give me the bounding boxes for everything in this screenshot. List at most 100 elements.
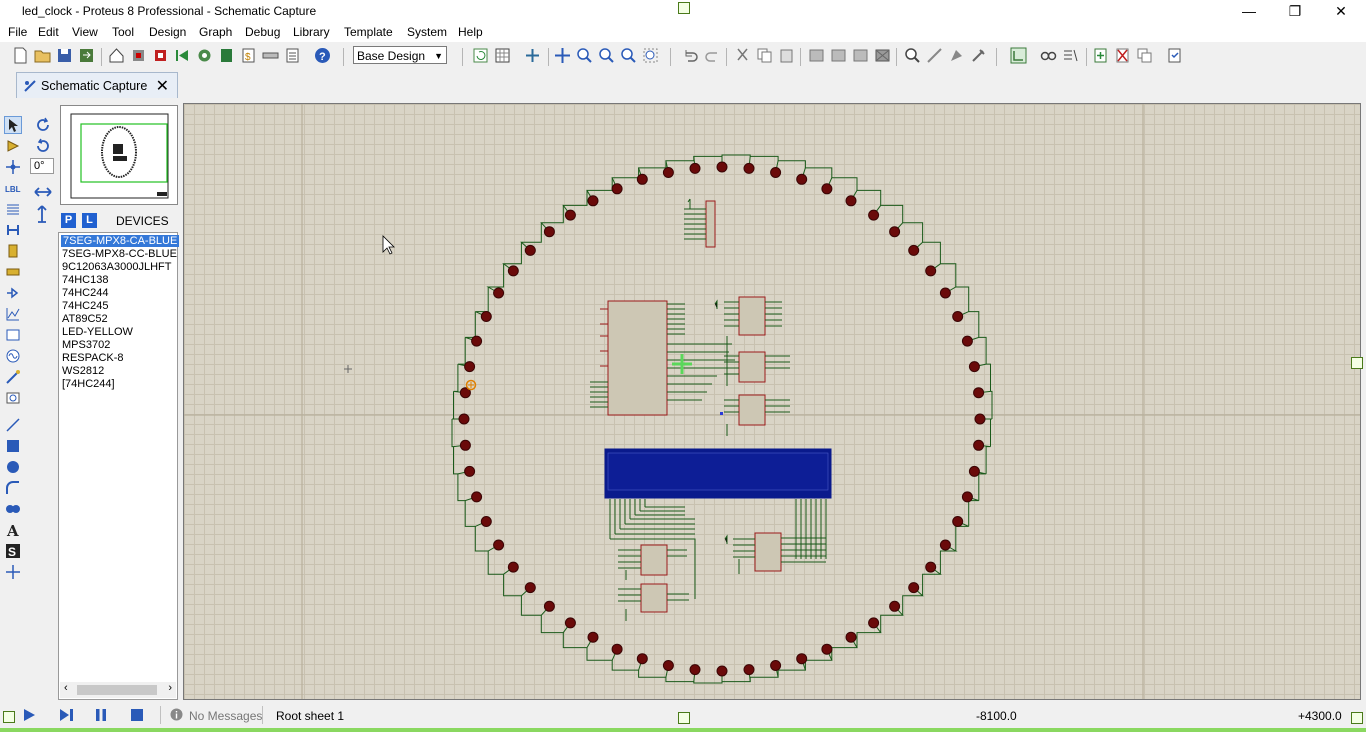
led-component[interactable] xyxy=(662,660,674,671)
home-icon[interactable] xyxy=(108,47,125,64)
led-component[interactable] xyxy=(480,311,492,322)
exit-to-parent-icon[interactable] xyxy=(1136,47,1153,64)
led-component[interactable] xyxy=(471,491,483,503)
schematic-canvas[interactable] xyxy=(183,103,1361,700)
library-manager-button[interactable]: L xyxy=(82,213,97,228)
menu-view[interactable]: View xyxy=(72,25,98,39)
led-component[interactable] xyxy=(587,631,599,643)
cut-icon[interactable] xyxy=(734,47,751,64)
message-count[interactable]: No Messages xyxy=(189,709,262,723)
search-tag-icon[interactable] xyxy=(1040,47,1057,64)
property-tool-icon[interactable] xyxy=(1062,47,1079,64)
pcb-layout-icon[interactable] xyxy=(152,47,169,64)
led-component[interactable] xyxy=(689,664,701,676)
led-component[interactable] xyxy=(925,561,937,573)
zoom-all-icon[interactable] xyxy=(620,47,637,64)
help-icon[interactable]: ? xyxy=(314,47,331,64)
play-icon[interactable] xyxy=(22,708,36,722)
menu-system[interactable]: System xyxy=(407,25,447,39)
paste-icon[interactable] xyxy=(778,47,795,64)
device-item[interactable]: 74HC138 xyxy=(62,274,108,286)
mirror-horizontal-icon[interactable] xyxy=(34,185,52,199)
led-component[interactable] xyxy=(611,643,623,655)
notes-icon[interactable] xyxy=(284,47,301,64)
led-component[interactable] xyxy=(636,653,648,665)
bom-icon[interactable] xyxy=(218,47,235,64)
status-marker[interactable] xyxy=(678,712,690,724)
import-icon[interactable] xyxy=(78,47,95,64)
led-component[interactable] xyxy=(464,465,476,477)
gear-icon[interactable] xyxy=(196,47,213,64)
menu-design[interactable]: Design xyxy=(149,25,186,39)
led-component[interactable] xyxy=(524,244,536,256)
device-item[interactable]: WS2812 xyxy=(62,365,104,377)
rotate-clockwise-icon[interactable] xyxy=(35,117,51,133)
stop-icon[interactable] xyxy=(130,708,144,722)
remove-sheet-icon[interactable] xyxy=(1114,47,1131,64)
block-rotate-icon[interactable] xyxy=(852,47,869,64)
led-component[interactable] xyxy=(662,167,674,178)
packaging-icon[interactable] xyxy=(948,47,965,64)
pick-devices-button[interactable]: P xyxy=(61,213,76,228)
mirror-vertical-icon[interactable] xyxy=(35,205,49,223)
zoom-area-icon[interactable] xyxy=(642,47,659,64)
led-component[interactable] xyxy=(961,491,973,503)
led-component[interactable] xyxy=(925,265,937,277)
new-file-icon[interactable] xyxy=(12,47,29,64)
scroll-right-icon[interactable]: › xyxy=(168,682,172,694)
device-item[interactable]: MPS3702 xyxy=(62,339,110,351)
block-move-icon[interactable] xyxy=(830,47,847,64)
tape-recorder-icon[interactable] xyxy=(5,327,21,343)
menu-template[interactable]: Template xyxy=(344,25,393,39)
led-component[interactable] xyxy=(889,226,901,238)
led-component[interactable] xyxy=(493,287,505,299)
decompose-icon[interactable] xyxy=(970,47,987,64)
led-component[interactable] xyxy=(868,617,880,629)
pick-device-icon[interactable] xyxy=(904,47,921,64)
led-component[interactable] xyxy=(543,600,555,612)
symbol-icon[interactable]: S xyxy=(5,543,21,559)
status-resize-handle[interactable] xyxy=(3,711,15,723)
led-component[interactable] xyxy=(716,665,728,677)
canvas-resize-handle[interactable] xyxy=(1351,357,1363,369)
led-component[interactable] xyxy=(564,617,576,629)
minimize-button[interactable]: — xyxy=(1226,0,1272,22)
new-sheet-icon[interactable] xyxy=(1092,47,1109,64)
origin-icon[interactable] xyxy=(524,47,541,64)
refresh-icon[interactable] xyxy=(472,47,489,64)
led-component[interactable] xyxy=(845,195,857,207)
subcircuit-icon[interactable] xyxy=(5,243,21,259)
led-component[interactable] xyxy=(459,439,471,451)
led-component[interactable] xyxy=(796,653,808,665)
led-component[interactable] xyxy=(952,311,964,322)
status-marker-right[interactable] xyxy=(1351,712,1363,724)
device-list[interactable]: 7SEG-MPX8-CA-BLUE 7SEG-MPX8-CC-BLUE 9C12… xyxy=(58,232,180,700)
led-component[interactable] xyxy=(821,183,833,195)
restore-button[interactable]: ❐ xyxy=(1272,0,1318,22)
copy-icon[interactable] xyxy=(756,47,773,64)
circle-icon[interactable] xyxy=(5,459,21,475)
device-item[interactable]: LED-YELLOW xyxy=(62,326,133,338)
led-component[interactable] xyxy=(587,195,599,207)
junction-dot-icon[interactable] xyxy=(5,159,21,175)
led-component[interactable] xyxy=(636,173,648,185)
led-component[interactable] xyxy=(974,413,986,425)
led-component[interactable] xyxy=(543,226,555,238)
block-delete-icon[interactable] xyxy=(874,47,891,64)
device-pins-icon[interactable] xyxy=(5,285,21,301)
tab-schematic-capture[interactable]: Schematic Capture ✕ xyxy=(16,72,178,98)
menu-graph[interactable]: Graph xyxy=(199,25,232,39)
scrollbar-thumb[interactable] xyxy=(77,685,157,695)
led-component[interactable] xyxy=(961,335,973,347)
grid-icon[interactable] xyxy=(494,47,511,64)
line-icon[interactable] xyxy=(5,417,21,433)
led-component[interactable] xyxy=(770,167,782,178)
device-item[interactable]: [74HC244] xyxy=(62,378,115,390)
led-component[interactable] xyxy=(611,183,623,195)
device-item[interactable]: AT89C52 xyxy=(62,313,108,325)
led-component[interactable] xyxy=(939,539,951,551)
close-tab-icon[interactable]: ✕ xyxy=(156,76,169,96)
led-component[interactable] xyxy=(796,173,808,185)
redo-icon[interactable] xyxy=(704,47,721,64)
led-component[interactable] xyxy=(507,561,519,573)
